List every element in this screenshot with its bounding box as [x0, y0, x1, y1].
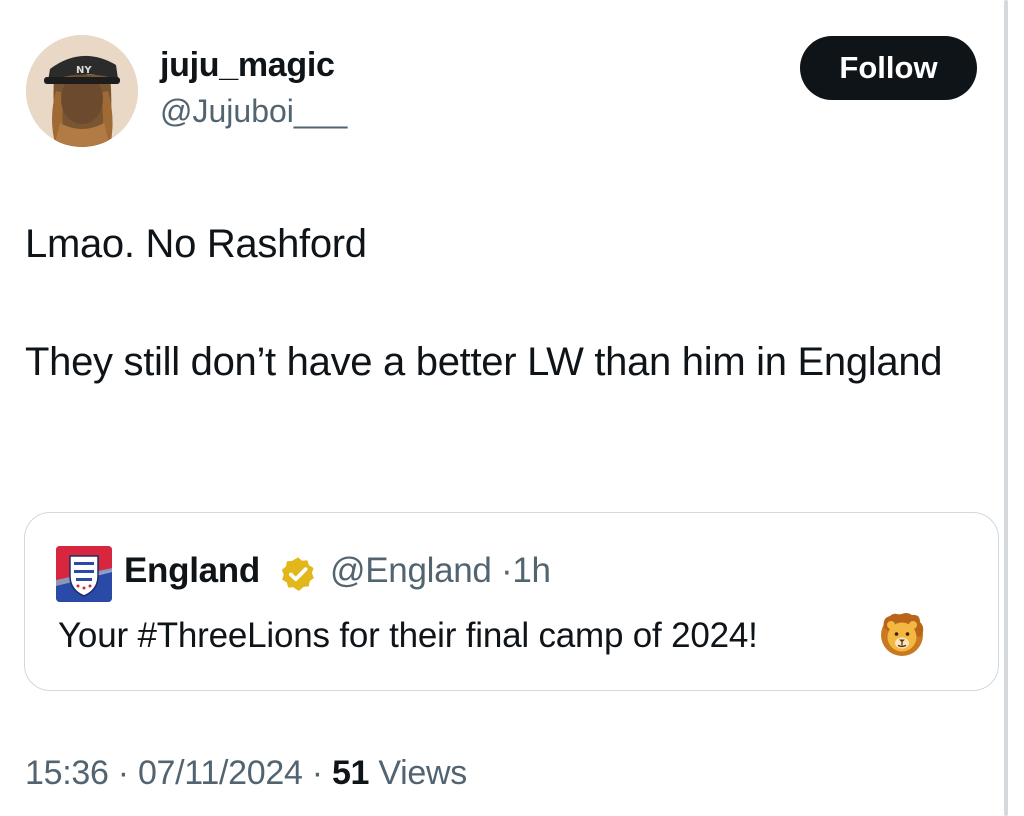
tweet-date[interactable]: 07/11/2024 [138, 754, 303, 792]
views-label: Views [378, 754, 467, 792]
tweet-paragraph: They still don’t have a better LW than h… [25, 340, 943, 384]
tweet-paragraph: Lmao. No Rashford [25, 222, 367, 266]
quoted-tweet-card[interactable]: England @England ·1h Your #ThreeLions fo… [24, 512, 999, 691]
author-display-name[interactable]: juju_magic [160, 46, 335, 85]
views-count: 51 [331, 754, 370, 792]
quoted-handle[interactable]: @England [330, 551, 492, 590]
england-crest-icon [56, 546, 112, 602]
scrollbar[interactable] [1004, 0, 1008, 816]
footer-separator: · [117, 754, 129, 792]
quoted-meta: @England ·1h [330, 551, 551, 591]
verified-badge-icon [281, 557, 314, 591]
tweet-text: Lmao. No Rashford They still don’t have … [25, 214, 985, 392]
meta-separator: · [501, 551, 513, 590]
avatar[interactable]: NY [26, 35, 138, 147]
avatar-image: NY [26, 35, 138, 147]
tweet-footer: 15:36 · 07/11/2024 · 51 Views [25, 754, 467, 793]
england-avatar[interactable] [56, 546, 112, 602]
quoted-display-name[interactable]: England [124, 551, 260, 591]
tweet-time[interactable]: 15:36 [25, 754, 109, 792]
quoted-text: Your #ThreeLions for their final camp of… [58, 616, 758, 655]
lion-face-emoji-icon [881, 613, 924, 656]
follow-button[interactable]: Follow [800, 36, 977, 100]
quoted-time[interactable]: 1h [512, 551, 551, 590]
svg-text:NY: NY [76, 65, 92, 76]
footer-separator: · [311, 754, 323, 792]
author-handle[interactable]: @Jujuboi___ [160, 93, 347, 130]
